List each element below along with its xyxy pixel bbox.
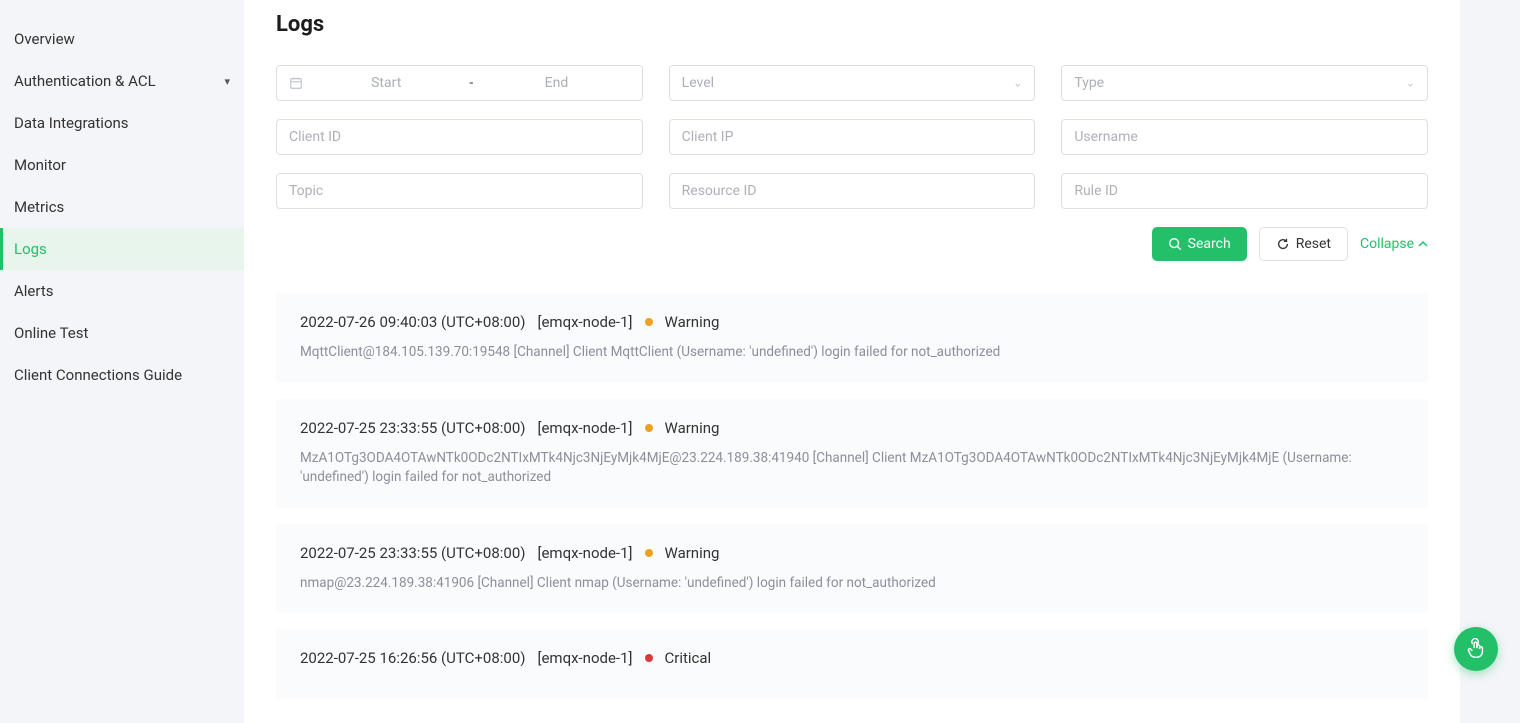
reset-button-label: Reset (1296, 236, 1331, 252)
sidebar-item-monitor[interactable]: Monitor (0, 144, 244, 186)
log-timestamp: 2022-07-25 23:33:55 (UTC+08:00) (300, 544, 525, 562)
username-input[interactable] (1061, 119, 1428, 155)
log-message: nmap@23.224.189.38:41906 [Channel] Clien… (300, 574, 1404, 594)
log-header: 2022-07-25 23:33:55 (UTC+08:00) [emqx-no… (300, 419, 1404, 437)
sidebar-item-label: Metrics (14, 198, 64, 216)
sidebar-item-label: Alerts (14, 282, 54, 300)
collapse-toggle[interactable]: Collapse (1360, 236, 1428, 252)
refresh-icon (1276, 237, 1290, 251)
sidebar-item-data-integrations[interactable]: Data Integrations (0, 102, 244, 144)
log-entry[interactable]: 2022-07-25 23:33:55 (UTC+08:00) [emqx-no… (276, 524, 1428, 614)
log-node: [emqx-node-1] (537, 544, 632, 562)
date-end-placeholder: End (483, 75, 629, 91)
help-fab[interactable] (1454, 627, 1498, 671)
chevron-up-icon (1418, 239, 1428, 249)
log-level: Warning (665, 313, 720, 331)
chevron-down-icon: ⌄ (1406, 77, 1415, 90)
tap-icon (1465, 638, 1487, 660)
page-title: Logs (276, 12, 1428, 37)
log-entry[interactable]: 2022-07-26 09:40:03 (UTC+08:00) [emqx-no… (276, 293, 1428, 383)
level-select[interactable]: Level ⌄ (669, 65, 1036, 101)
log-header: 2022-07-25 16:26:56 (UTC+08:00) [emqx-no… (300, 649, 1404, 667)
status-dot-icon (645, 549, 653, 557)
status-dot-icon (645, 654, 653, 662)
type-placeholder: Type (1074, 75, 1104, 91)
reset-button[interactable]: Reset (1259, 227, 1348, 261)
sidebar-item-authentication-acl[interactable]: Authentication & ACL ▾ (0, 60, 244, 102)
rule-id-input[interactable] (1061, 173, 1428, 209)
sidebar-item-label: Monitor (14, 156, 66, 174)
resource-id-input[interactable] (669, 173, 1036, 209)
filter-actions: Search Reset Collapse (276, 227, 1428, 261)
calendar-icon (289, 76, 303, 90)
log-message: MzA1OTg3ODA4OTAwNTk0ODc2NTIxMTk4Njc3NjEy… (300, 449, 1404, 488)
sidebar-item-label: Online Test (14, 324, 88, 342)
log-node: [emqx-node-1] (537, 419, 632, 437)
search-button[interactable]: Search (1152, 227, 1247, 261)
log-level: Warning (665, 544, 720, 562)
sidebar-item-metrics[interactable]: Metrics (0, 186, 244, 228)
log-header: 2022-07-26 09:40:03 (UTC+08:00) [emqx-no… (300, 313, 1404, 331)
filter-panel: Start - End Level ⌄ Type ⌄ (276, 65, 1428, 209)
log-entry[interactable]: 2022-07-25 16:26:56 (UTC+08:00) [emqx-no… (276, 629, 1428, 699)
log-list: 2022-07-26 09:40:03 (UTC+08:00) [emqx-no… (276, 293, 1428, 699)
sidebar-item-label: Logs (14, 240, 47, 258)
search-icon (1168, 237, 1182, 251)
chevron-down-icon: ▾ (224, 75, 230, 88)
log-message: MqttClient@184.105.139.70:19548 [Channel… (300, 343, 1404, 363)
date-range-picker[interactable]: Start - End (276, 65, 643, 101)
client-ip-input[interactable] (669, 119, 1036, 155)
status-dot-icon (645, 318, 653, 326)
log-header: 2022-07-25 23:33:55 (UTC+08:00) [emqx-no… (300, 544, 1404, 562)
type-select[interactable]: Type ⌄ (1061, 65, 1428, 101)
chevron-down-icon: ⌄ (1013, 77, 1022, 90)
sidebar-item-client-connections-guide[interactable]: Client Connections Guide (0, 354, 244, 396)
level-placeholder: Level (682, 75, 714, 91)
sidebar-item-logs[interactable]: Logs (0, 228, 244, 270)
main-content: Logs Start - End Level ⌄ (244, 0, 1460, 723)
log-level: Critical (665, 649, 712, 667)
sidebar-item-label: Overview (14, 30, 75, 48)
sidebar-item-online-test[interactable]: Online Test (0, 312, 244, 354)
sidebar: Overview Authentication & ACL ▾ Data Int… (0, 0, 244, 723)
log-timestamp: 2022-07-26 09:40:03 (UTC+08:00) (300, 313, 525, 331)
date-start-placeholder: Start (313, 75, 459, 91)
sidebar-item-label: Client Connections Guide (14, 366, 182, 384)
client-id-input[interactable] (276, 119, 643, 155)
date-range-separator: - (469, 75, 473, 91)
log-level: Warning (665, 419, 720, 437)
log-entry[interactable]: 2022-07-25 23:33:55 (UTC+08:00) [emqx-no… (276, 399, 1428, 508)
log-node: [emqx-node-1] (537, 313, 632, 331)
status-dot-icon (645, 424, 653, 432)
sidebar-item-label: Data Integrations (14, 114, 129, 132)
log-timestamp: 2022-07-25 23:33:55 (UTC+08:00) (300, 419, 525, 437)
topic-input[interactable] (276, 173, 643, 209)
sidebar-item-alerts[interactable]: Alerts (0, 270, 244, 312)
sidebar-item-overview[interactable]: Overview (0, 18, 244, 60)
log-node: [emqx-node-1] (537, 649, 632, 667)
log-timestamp: 2022-07-25 16:26:56 (UTC+08:00) (300, 649, 525, 667)
search-button-label: Search (1188, 236, 1231, 252)
sidebar-item-label: Authentication & ACL (14, 72, 156, 90)
collapse-label: Collapse (1360, 236, 1414, 252)
